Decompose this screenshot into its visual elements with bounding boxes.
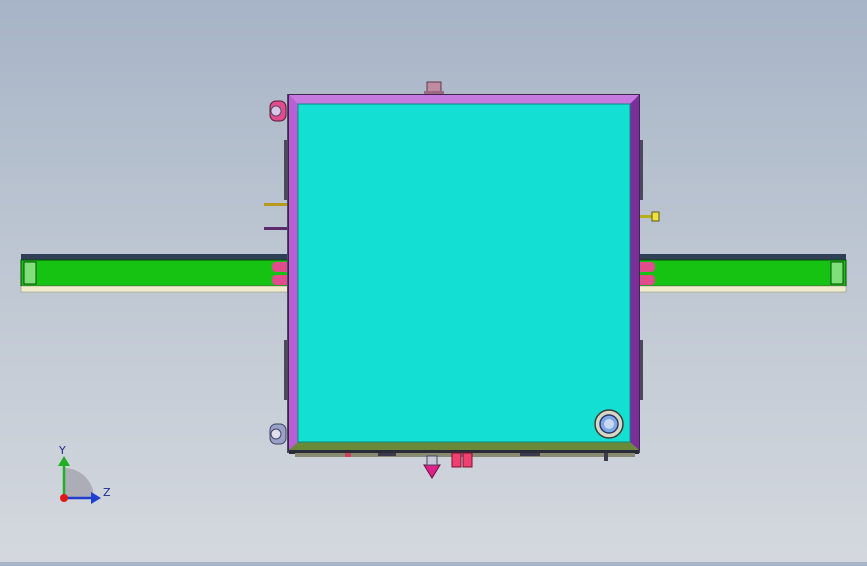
indicator-block-left — [451, 452, 462, 468]
z-axis-label: Z — [103, 486, 111, 499]
enclosure[interactable] — [287, 94, 640, 454]
bottom-cone-neck — [426, 455, 438, 466]
right-rail-end-cap — [830, 261, 844, 285]
gauge-center — [604, 419, 614, 429]
cad-model-svg[interactable]: Y Z — [0, 0, 867, 562]
y-axis-label: Y — [58, 444, 66, 457]
frame-bevel-bottom — [289, 442, 639, 450]
bottom-small-part-1 — [345, 453, 351, 457]
z-axis-arrowhead — [91, 492, 101, 504]
top-boss-flange — [424, 91, 444, 94]
bottom-cone — [423, 464, 441, 479]
panel-face[interactable] — [297, 103, 631, 443]
bottom-small-part-2 — [378, 453, 396, 456]
right-rail-body — [638, 259, 847, 287]
left-rail[interactable] — [20, 254, 290, 293]
frame-bevel-top — [289, 95, 639, 104]
frame-bevel-left — [289, 95, 298, 450]
hinge-bottom-left-pin — [270, 428, 282, 440]
indicator-block-right — [462, 452, 473, 468]
left-rail-base — [20, 285, 290, 293]
right-stub — [639, 215, 653, 218]
bottom-small-part-3 — [520, 453, 540, 456]
top-boss — [424, 81, 444, 95]
x-axis-origin-dot — [60, 494, 68, 502]
left-rod-lower — [264, 227, 288, 230]
frame-bevel-right — [630, 95, 639, 450]
left-rod-upper — [264, 203, 288, 206]
right-rail[interactable] — [637, 254, 847, 293]
axis-triad: Y Z — [58, 444, 111, 504]
right-rail-base — [638, 285, 847, 293]
triad-plane-wedge — [64, 468, 94, 498]
cad-viewport[interactable]: Y Z — [0, 0, 867, 562]
bottom-small-part-4 — [604, 453, 608, 461]
bottom-hardware — [295, 452, 635, 479]
right-rail-top-edge — [639, 254, 846, 260]
right-stub-cap — [651, 211, 660, 222]
left-rail-body — [20, 259, 290, 287]
y-axis-arrowhead — [58, 456, 70, 466]
left-rail-top-edge — [21, 254, 289, 260]
left-rail-end-cap — [23, 261, 37, 285]
panel-gauge[interactable] — [594, 409, 624, 439]
hinge-top-left-pin — [270, 105, 282, 117]
